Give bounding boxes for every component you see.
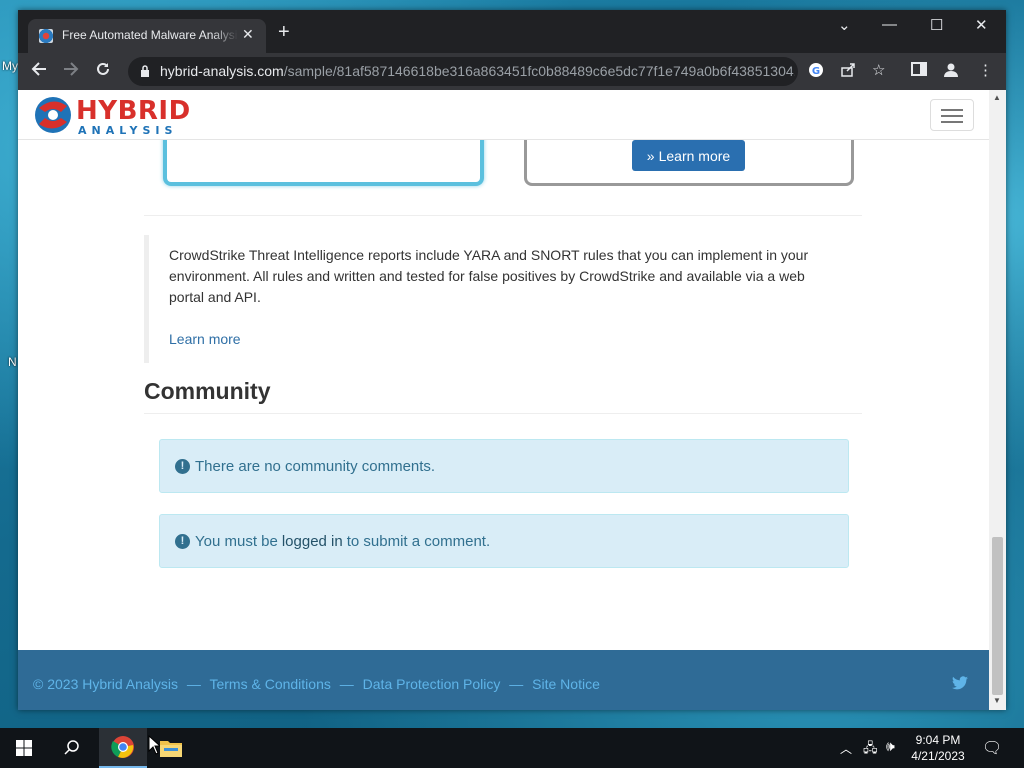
footer-notice-link[interactable]: Site Notice bbox=[532, 676, 600, 692]
footer-terms-link[interactable]: Terms & Conditions bbox=[209, 676, 330, 692]
browser-tab[interactable]: Free Automated Malware Analysis ✕ bbox=[28, 19, 266, 53]
alert-login-pre: You must be bbox=[195, 532, 278, 550]
close-window-icon[interactable]: ✕ bbox=[975, 16, 988, 34]
footer-separator: — bbox=[339, 676, 354, 692]
desktop-icon-label[interactable]: N bbox=[8, 355, 17, 369]
footer-separator: — bbox=[186, 676, 201, 692]
taskbar-chrome[interactable] bbox=[99, 728, 147, 768]
site-footer: © 2023 Hybrid Analysis — Terms & Conditi… bbox=[18, 650, 989, 710]
divider bbox=[144, 215, 862, 216]
notification-icon[interactable]: 🗨 bbox=[982, 738, 1002, 758]
profile-icon[interactable] bbox=[943, 62, 959, 83]
address-bar[interactable]: hybrid-analysis.com/sample/81af587146618… bbox=[128, 57, 798, 86]
menu-kebab-icon[interactable]: ⋮ bbox=[978, 62, 993, 80]
alert-login-post: to submit a comment. bbox=[346, 532, 491, 550]
favicon-icon bbox=[39, 29, 53, 43]
google-icon[interactable]: G bbox=[808, 62, 824, 83]
clock-date: 4/21/2023 bbox=[911, 749, 965, 763]
tab-close-icon[interactable]: ✕ bbox=[242, 26, 254, 43]
learn-more-button[interactable]: » Learn more bbox=[632, 140, 745, 171]
forward-icon[interactable] bbox=[63, 61, 79, 80]
search-icon bbox=[64, 740, 79, 755]
scrollbar-thumb[interactable] bbox=[992, 537, 1003, 695]
footer-separator: — bbox=[509, 676, 524, 692]
browser-window: Free Automated Malware Analysis ✕ + ⌄ — … bbox=[18, 10, 1006, 710]
url-host: hybrid-analysis.com bbox=[160, 63, 284, 79]
tab-search-icon[interactable]: ⌄ bbox=[838, 16, 851, 34]
logo-globe-icon bbox=[35, 97, 71, 133]
maximize-icon[interactable]: ☐ bbox=[930, 16, 943, 34]
tray-overflow-icon[interactable]: ︿ bbox=[840, 740, 852, 757]
scroll-down-icon[interactable]: ▼ bbox=[993, 696, 1001, 705]
logo-subtext: ANALYSIS bbox=[78, 124, 178, 137]
new-tab-button[interactable]: + bbox=[278, 22, 290, 42]
clock[interactable]: 9:04 PM 4/21/2023 bbox=[907, 732, 969, 764]
site-header: HYBRID ANALYSIS bbox=[18, 90, 989, 140]
page-scrollbar[interactable]: ▲ ▼ bbox=[989, 90, 1006, 710]
minimize-icon[interactable]: — bbox=[882, 16, 897, 33]
mouse-cursor-icon bbox=[148, 735, 160, 755]
url-path: /sample/81af587146618be316a863451fc0b884… bbox=[283, 63, 795, 79]
double-chevron-icon: » bbox=[646, 147, 655, 164]
exclamation-icon: ! bbox=[175, 533, 190, 549]
start-button[interactable] bbox=[0, 728, 48, 768]
volume-icon[interactable]: 🕪 bbox=[886, 738, 895, 755]
alert-no-comments-text: There are no community comments. bbox=[195, 457, 436, 475]
url-text: hybrid-analysis.com/sample/81af587146618… bbox=[160, 63, 795, 79]
footer-links: © 2023 Hybrid Analysis — Terms & Conditi… bbox=[33, 676, 605, 692]
windows-logo-icon bbox=[16, 740, 32, 756]
blockquote-text: CrowdStrike Threat Intelligence reports … bbox=[169, 247, 809, 305]
clock-time: 9:04 PM bbox=[915, 733, 961, 747]
divider bbox=[144, 413, 862, 414]
side-panel-icon[interactable] bbox=[911, 62, 927, 81]
scroll-up-icon[interactable]: ▲ bbox=[993, 93, 1001, 102]
logo-text: HYBRID bbox=[76, 96, 191, 126]
exclamation-icon: ! bbox=[175, 458, 190, 474]
back-icon[interactable] bbox=[31, 61, 47, 80]
tab-title: Free Automated Malware Analysis bbox=[62, 28, 238, 42]
svg-text:G: G bbox=[812, 66, 820, 77]
alert-no-comments: ! There are no community comments. bbox=[159, 439, 849, 493]
search-button[interactable] bbox=[48, 728, 96, 768]
desktop-icon-label[interactable]: My bbox=[2, 59, 18, 73]
hybrid-analysis-logo[interactable]: HYBRID ANALYSIS bbox=[33, 94, 198, 138]
footer-privacy-link[interactable]: Data Protection Policy bbox=[363, 676, 501, 692]
chrome-icon bbox=[111, 736, 134, 758]
page-viewport: HYBRID ANALYSIS » Learn more CrowdStrike… bbox=[18, 90, 989, 710]
alert-login-required: ! You must be logged in to submit a comm… bbox=[159, 514, 849, 568]
nav-menu-button[interactable] bbox=[930, 99, 974, 131]
folder-icon bbox=[160, 741, 182, 757]
twitter-icon[interactable] bbox=[952, 676, 968, 690]
blockquote-learn-more-link[interactable]: Learn more bbox=[169, 331, 241, 347]
bookmark-star-icon[interactable]: ☆ bbox=[872, 62, 885, 80]
reload-icon[interactable] bbox=[95, 61, 111, 80]
learn-more-label: Learn more bbox=[658, 147, 731, 164]
footer-copyright-link[interactable]: © 2023 Hybrid Analysis bbox=[33, 676, 178, 692]
share-icon[interactable] bbox=[840, 62, 856, 83]
network-icon[interactable]: 🖧 bbox=[863, 739, 878, 761]
lock-icon[interactable] bbox=[140, 65, 150, 77]
community-heading: Community bbox=[144, 378, 271, 404]
login-link[interactable]: logged in bbox=[282, 533, 343, 550]
browser-toolbar: hybrid-analysis.com/sample/81af587146618… bbox=[18, 53, 1006, 90]
threat-intel-blockquote: CrowdStrike Threat Intelligence reports … bbox=[144, 235, 864, 363]
browser-titlebar: Free Automated Malware Analysis ✕ + ⌄ — … bbox=[18, 10, 1006, 53]
